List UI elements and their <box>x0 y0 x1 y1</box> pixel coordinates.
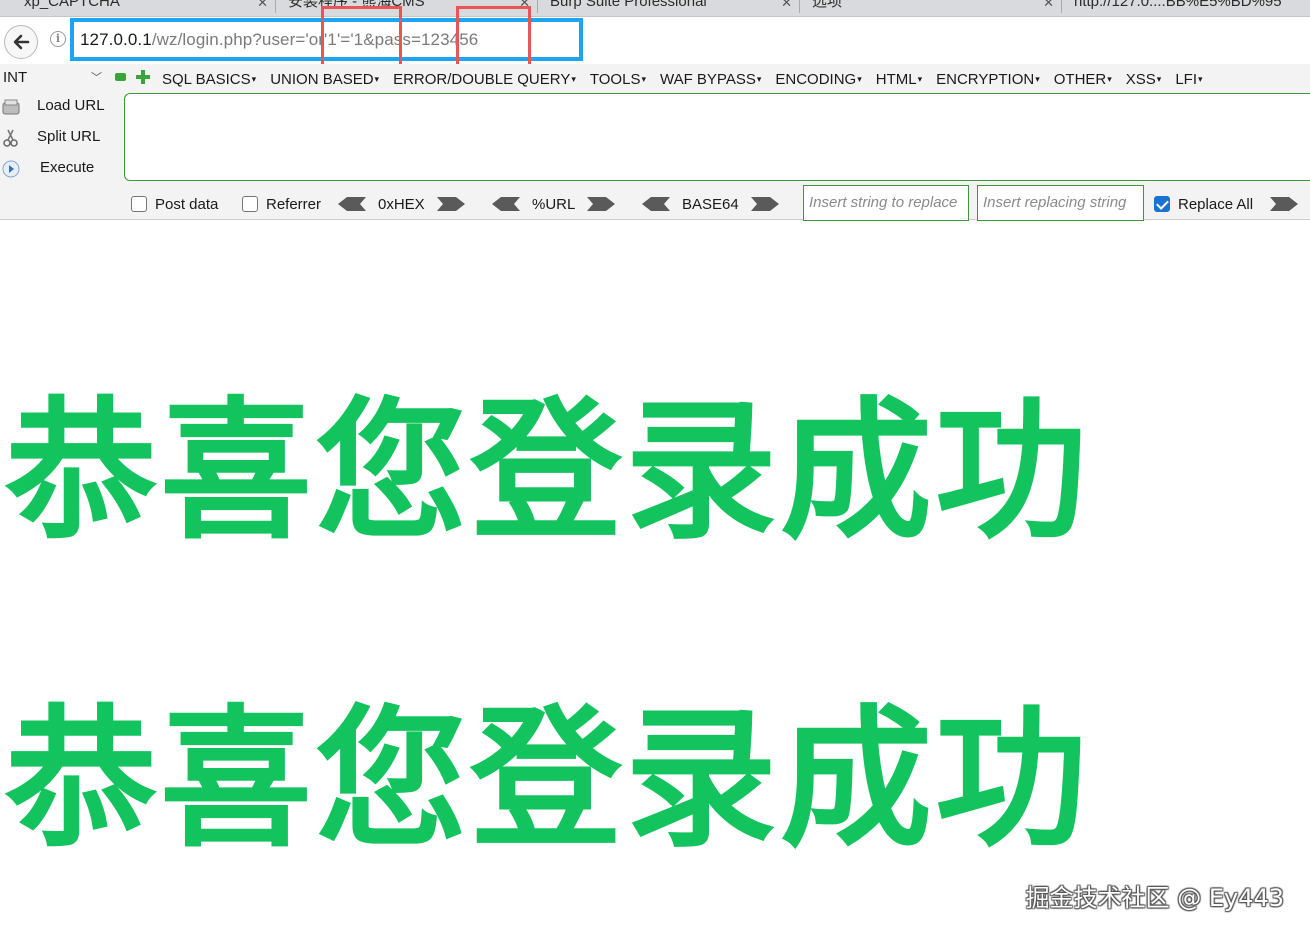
split-url-button[interactable]: Split URL <box>0 126 120 150</box>
arrow-right-icon[interactable] <box>1270 197 1298 211</box>
post-data-toggle[interactable]: Post data <box>131 193 218 215</box>
back-button[interactable] <box>4 25 38 59</box>
execute-label: Execute <box>40 159 95 176</box>
url-encode-label: %URL <box>532 195 576 213</box>
post-data-checkbox[interactable] <box>131 196 147 212</box>
menu-sql-basics[interactable]: SQL BASICS▾ <box>162 69 256 89</box>
split-url-label: Split URL <box>37 128 101 145</box>
menu-html[interactable]: HTML▾ <box>876 69 922 89</box>
back-arrow-icon <box>13 34 30 50</box>
arrow-right-icon[interactable] <box>587 197 616 211</box>
arrow-left-icon[interactable] <box>338 197 366 211</box>
tab-burp[interactable]: Burp Suite Professional ✕ <box>538 0 800 15</box>
menu-encryption[interactable]: ENCRYPTION▾ <box>936 69 1040 89</box>
close-icon[interactable]: ✕ <box>781 0 792 13</box>
hex-encoder: 0xHEX <box>338 193 465 215</box>
close-icon[interactable]: ✕ <box>1043 0 1054 13</box>
url-textarea[interactable] <box>124 93 1310 181</box>
play-icon <box>2 160 20 178</box>
tab-label: xp_CAPTCHA <box>24 0 120 10</box>
menu-encoding[interactable]: ENCODING▾ <box>775 69 861 89</box>
close-icon[interactable]: ✕ <box>257 0 268 13</box>
tab-captcha[interactable]: xp_CAPTCHA ✕ <box>0 0 276 15</box>
execute-button[interactable]: Execute <box>0 157 120 181</box>
load-url-button[interactable]: Load URL <box>0 95 120 119</box>
encoding-select-value: INT <box>3 69 28 86</box>
replacing-string-placeholder: Insert replacing string <box>983 194 1127 211</box>
arrow-right-icon[interactable] <box>436 197 465 211</box>
arrow-left-icon[interactable] <box>492 197 520 211</box>
replacing-string-input[interactable]: Insert replacing string <box>977 185 1144 221</box>
menu-error-double-query[interactable]: ERROR/DOUBLE QUERY▾ <box>393 69 576 89</box>
menu-xss[interactable]: XSS▾ <box>1126 69 1162 89</box>
login-success-message: 恭喜您登录成功 <box>5 383 1090 560</box>
minus-icon[interactable] <box>115 73 126 81</box>
post-data-label: Post data <box>155 195 219 213</box>
replace-string-placeholder: Insert string to replace <box>809 194 958 211</box>
referrer-toggle[interactable]: Referrer <box>242 193 321 215</box>
watermark: 掘金技术社区 @ Ey443 <box>1025 884 1284 912</box>
hex-label: 0xHEX <box>378 195 425 213</box>
url-encoder: %URL <box>492 193 616 215</box>
encoding-select[interactable]: INT ﹀ <box>0 67 106 89</box>
chevron-down-icon: ﹀ <box>91 72 102 84</box>
menu-union-based[interactable]: UNION BASED▾ <box>270 69 379 89</box>
scissors-icon <box>3 129 18 147</box>
menu-other[interactable]: OTHER▾ <box>1054 69 1112 89</box>
referrer-checkbox[interactable] <box>242 196 258 212</box>
referrer-label: Referrer <box>266 195 322 213</box>
tab-label: Burp Suite Professional <box>550 0 707 10</box>
menu-waf-bypass[interactable]: WAF BYPASS▾ <box>660 69 761 89</box>
load-icon <box>2 99 20 115</box>
tab-label: http://127.0....BB%E5%BD%95 <box>1074 0 1282 10</box>
login-success-message: 恭喜您登录成功 <box>5 691 1090 868</box>
replace-execute[interactable] <box>1270 193 1298 215</box>
load-url-label: Load URL <box>37 97 105 114</box>
base64-encoder: BASE64 <box>642 193 779 215</box>
tab-url[interactable]: http://127.0....BB%E5%BD%95 <box>1062 0 1310 15</box>
arrow-right-icon[interactable] <box>750 197 779 211</box>
tab-strip: xp_CAPTCHA ✕ 安装程序 - 熊海CMS ✕ Burp Suite P… <box>0 0 1310 17</box>
hackbar-menu: SQL BASICS▾ UNION BASED▾ ERROR/DOUBLE QU… <box>162 69 1217 89</box>
info-icon[interactable]: i <box>50 31 66 47</box>
replace-all-toggle[interactable]: Replace All <box>1154 193 1253 215</box>
replace-all-label: Replace All <box>1178 195 1254 213</box>
arrow-left-icon[interactable] <box>642 197 670 211</box>
tab-options[interactable]: 选项 ✕ <box>800 0 1062 15</box>
tab-label: 选项 <box>812 0 843 10</box>
replace-string-input[interactable]: Insert string to replace <box>803 185 969 221</box>
plus-icon[interactable] <box>136 70 150 84</box>
menu-tools[interactable]: TOOLS▾ <box>590 69 646 89</box>
base64-label: BASE64 <box>682 195 739 213</box>
replace-all-checkbox[interactable] <box>1154 196 1170 212</box>
menu-lfi[interactable]: LFI▾ <box>1175 69 1202 89</box>
navigation-bar: i 127.0.0.1/wz/login.php?user='or'1'='1&… <box>0 18 1310 64</box>
hackbar-panel: INT ﹀ SQL BASICS▾ UNION BASED▾ ERROR/DOU… <box>0 64 1310 221</box>
